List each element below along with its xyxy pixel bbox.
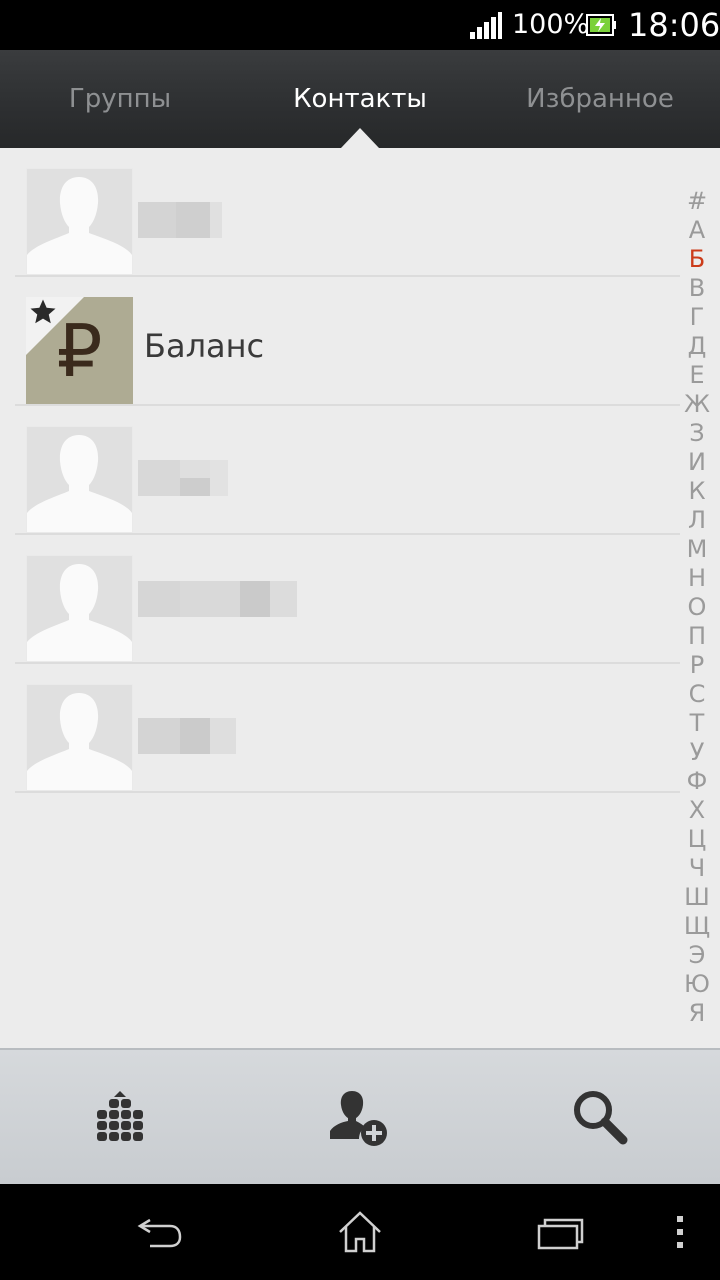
alpha-index-letter[interactable]: Щ <box>680 912 714 941</box>
alpha-index-letter[interactable]: Х <box>680 796 714 825</box>
overflow-menu-icon <box>677 1216 683 1248</box>
contact-row[interactable] <box>15 535 680 664</box>
contact-row[interactable]: ₽ Баланс <box>15 277 680 406</box>
add-contact-button[interactable] <box>240 1050 480 1184</box>
ruble-avatar: ₽ <box>26 297 133 404</box>
default-avatar-icon <box>26 684 133 791</box>
back-icon <box>137 1218 182 1248</box>
add-contact-icon <box>330 1091 387 1146</box>
alpha-index-letter[interactable]: Г <box>680 303 714 332</box>
active-tab-indicator <box>341 128 379 148</box>
tab-groups[interactable]: Группы <box>0 50 240 148</box>
clock: 18:06 <box>628 6 720 44</box>
signal-icon <box>470 12 502 39</box>
alpha-index-letter[interactable]: Э <box>680 941 714 970</box>
status-bar: 100% 18:06 <box>0 0 720 50</box>
alpha-index-letter[interactable]: С <box>680 680 714 709</box>
navigation-bar <box>0 1184 720 1280</box>
alpha-index-letter[interactable]: Я <box>680 999 714 1028</box>
star-icon <box>30 299 56 324</box>
alpha-index-letter[interactable]: Е <box>680 361 714 390</box>
search-icon <box>574 1091 628 1145</box>
default-avatar-icon <box>26 555 133 662</box>
alpha-index-letter[interactable]: Ф <box>680 767 714 796</box>
alpha-index-letter[interactable]: У <box>680 738 714 767</box>
alpha-index-letter[interactable]: К <box>680 477 714 506</box>
default-avatar-icon <box>26 168 133 275</box>
recent-apps-icon <box>537 1218 584 1250</box>
alpha-index-letter[interactable]: Р <box>680 651 714 680</box>
dialpad-icon <box>97 1091 143 1141</box>
back-button[interactable] <box>110 1184 210 1280</box>
alpha-index-letter[interactable]: Ч <box>680 854 714 883</box>
alpha-index-letter[interactable]: О <box>680 593 714 622</box>
alpha-index-letter[interactable]: И <box>680 448 714 477</box>
alpha-index-letter[interactable]: Н <box>680 564 714 593</box>
alpha-index-letter[interactable]: П <box>680 622 714 651</box>
alpha-index-letter[interactable]: В <box>680 274 714 303</box>
home-button[interactable] <box>310 1184 410 1280</box>
alpha-index-letter[interactable]: Т <box>680 709 714 738</box>
contact-name: Баланс <box>144 327 265 365</box>
overflow-menu-button[interactable] <box>660 1184 700 1280</box>
dialpad-button[interactable] <box>0 1050 240 1184</box>
action-bar <box>0 1048 720 1184</box>
alpha-index-letter[interactable]: Ш <box>680 883 714 912</box>
alpha-index-letter[interactable]: Ц <box>680 825 714 854</box>
alpha-index-letter[interactable]: Л <box>680 506 714 535</box>
search-button[interactable] <box>480 1050 720 1184</box>
alpha-index-letter[interactable]: # <box>680 187 714 216</box>
alpha-index-letter[interactable]: Ю <box>680 970 714 999</box>
contact-row[interactable] <box>15 664 680 793</box>
contact-row[interactable] <box>15 406 680 535</box>
contact-row[interactable] <box>15 148 680 277</box>
alpha-index-letter[interactable]: Б <box>680 245 714 274</box>
alpha-index-letter[interactable]: Ж <box>680 390 714 419</box>
tab-favorites[interactable]: Избранное <box>480 50 720 148</box>
alpha-index-letter[interactable]: А <box>680 216 714 245</box>
alpha-index-letter[interactable]: М <box>680 535 714 564</box>
alpha-index-letter[interactable]: З <box>680 419 714 448</box>
battery-percentage: 100% <box>512 9 590 40</box>
alpha-index-letter[interactable]: Д <box>680 332 714 361</box>
home-icon <box>339 1211 381 1253</box>
battery-charging-icon <box>586 14 616 36</box>
default-avatar-icon <box>26 426 133 533</box>
recent-apps-button[interactable] <box>510 1184 610 1280</box>
